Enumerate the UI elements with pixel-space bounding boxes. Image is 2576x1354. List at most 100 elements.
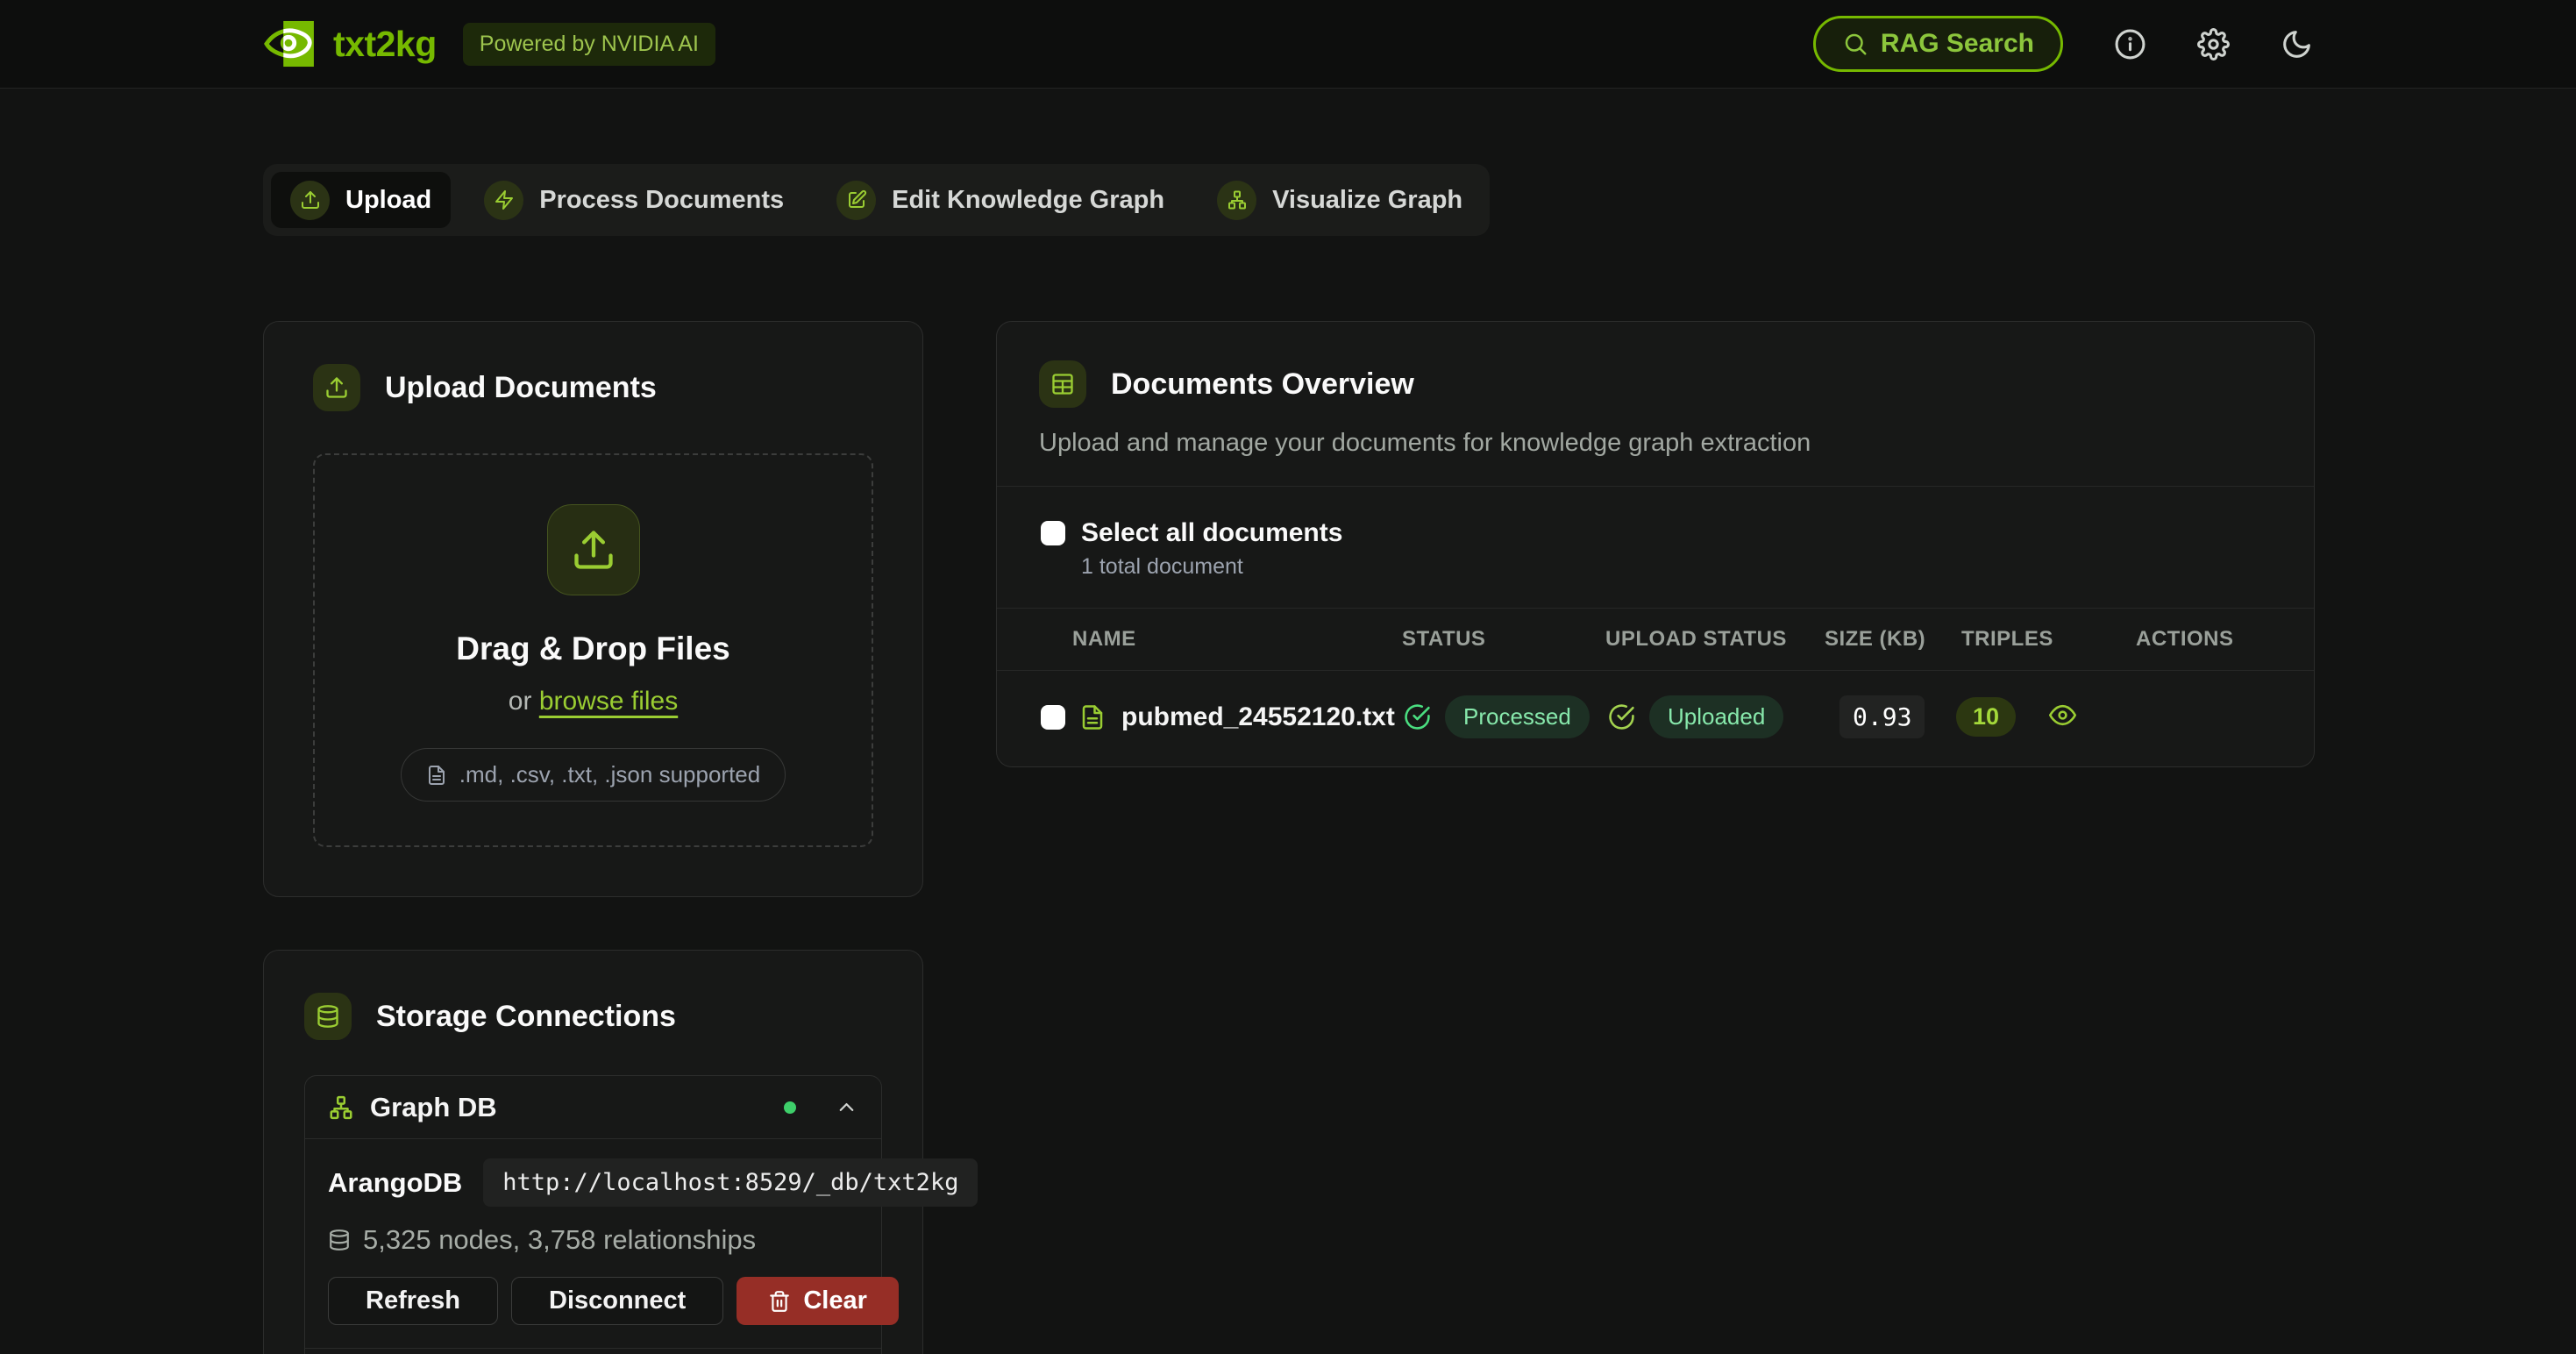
upload-icon [290,181,330,220]
view-document-button[interactable] [2049,702,2076,729]
column-header-status: STATUS [1381,627,1589,652]
eye-icon [2049,702,2076,729]
column-header-actions: ACTIONS [2046,627,2314,652]
zap-icon [484,181,523,220]
provider-line: ArangoDB http://localhost:8529/_db/txt2k… [328,1158,858,1207]
clear-button[interactable]: Clear [737,1277,899,1325]
provider-name: ArangoDB [328,1167,462,1199]
header-actions: RAG Search [1813,16,2313,72]
row-checkbox[interactable] [1041,705,1065,730]
settings-button[interactable] [2197,28,2230,61]
dropzone-subtitle: or browse files [509,687,678,716]
documents-card-title: Documents Overview [1111,367,1414,402]
check-circle-icon [1608,703,1635,730]
browse-files-link[interactable]: browse files [539,687,678,716]
processed-badge: Processed [1445,695,1590,738]
graph-db-actions: Refresh Disconnect Clear [328,1277,858,1325]
trash-icon [768,1290,791,1313]
refresh-button[interactable]: Refresh [328,1277,498,1325]
documents-card-header: Documents Overview Upload and manage you… [997,322,2314,458]
edit-icon [836,181,876,220]
tab-upload-label: Upload [345,186,431,215]
table-row: pubmed_24552120.txt Processed Uploaded 0… [997,671,2314,766]
storage-card-header: Storage Connections [304,993,882,1040]
tab-bar: Upload Process Documents Edit Knowledge … [263,164,1490,236]
info-icon [2114,28,2146,61]
chevron-up-icon [835,1095,858,1119]
document-count-text: 1 total document [1081,554,1342,580]
upload-documents-card: Upload Documents Drag & Drop Files or br… [263,321,923,897]
supported-formats-text: .md, .csv, .txt, .json supported [459,761,760,788]
graph-db-section-toggle[interactable]: Graph DB [305,1076,881,1138]
rag-search-button[interactable]: RAG Search [1813,16,2063,72]
triples-count-badge: 10 [1956,697,2016,737]
column-header-size: SIZE (KB) [1804,627,1947,652]
db-connections-panel: Graph DB ArangoDB http://localhost:8529/… [304,1075,882,1354]
moon-icon [2281,28,2313,61]
connection-url: http://localhost:8529/_db/txt2kg [483,1158,978,1207]
tab-upload[interactable]: Upload [271,172,451,228]
check-circle-icon [1404,703,1431,730]
file-text-icon [1079,704,1106,730]
upload-card-title: Upload Documents [385,371,657,405]
info-button[interactable] [2114,28,2146,61]
graph-db-details: ArangoDB http://localhost:8529/_db/txt2k… [305,1138,881,1348]
tab-visualize-graph[interactable]: Visualize Graph [1198,172,1482,228]
gear-icon [2197,28,2230,61]
storage-card-title: Storage Connections [376,1000,676,1034]
table-icon [1039,360,1086,408]
upload-icon [547,504,640,595]
database-icon [304,993,352,1040]
powered-by-badge: Powered by NVIDIA AI [463,23,715,66]
file-icon [426,765,447,786]
size-cell: 0.93 [1804,695,1947,738]
tab-edit-knowledge-graph[interactable]: Edit Knowledge Graph [817,172,1184,228]
graph-network-icon [328,1094,354,1121]
tab-process-documents-label: Process Documents [539,186,784,215]
table-header: NAME STATUS UPLOAD STATUS SIZE (KB) TRIP… [997,608,2314,671]
nvidia-logo-icon [263,20,314,68]
graph-network-icon [1217,181,1256,220]
triples-cell: 10 [1947,697,2046,737]
graph-stats-line: 5,325 nodes, 3,758 relationships [328,1224,858,1256]
rag-search-label: RAG Search [1881,29,2034,59]
uploaded-badge: Uploaded [1649,695,1783,738]
dark-mode-toggle[interactable] [2281,28,2313,61]
column-header-triples: TRIPLES [1947,627,2046,652]
column-header-upload-status: UPLOAD STATUS [1589,627,1804,652]
connected-status-dot [784,1101,796,1114]
content-grid: Upload Documents Drag & Drop Files or br… [263,321,2313,1354]
search-icon [1842,31,1868,57]
graph-db-label: Graph DB [370,1092,497,1123]
status-cell: Processed [1381,695,1589,738]
graph-db-status-group [784,1095,858,1119]
storage-connections-card: Storage Connections Graph DB [263,950,923,1354]
tab-process-documents[interactable]: Process Documents [465,172,803,228]
select-all-text-group: Select all documents 1 total document [1081,518,1342,580]
database-icon [328,1229,351,1251]
vector-db-section-toggle[interactable]: Vector DB [305,1348,881,1354]
file-dropzone[interactable]: Drag & Drop Files or browse files .md, .… [313,453,873,847]
select-all-row: Select all documents 1 total document [997,487,2314,608]
supported-formats-pill: .md, .csv, .txt, .json supported [401,748,786,802]
disconnect-button[interactable]: Disconnect [511,1277,723,1325]
main-content: Upload Process Documents Edit Knowledge … [0,89,2576,1354]
actions-cell [2046,702,2314,733]
dropzone-title: Drag & Drop Files [456,631,730,667]
brand: txt2kg Powered by NVIDIA AI [263,20,715,68]
clear-button-label: Clear [803,1286,867,1315]
upload-icon [313,364,360,411]
tab-edit-knowledge-graph-label: Edit Knowledge Graph [892,186,1164,215]
file-size-value: 0.93 [1839,695,1925,738]
or-text: or [509,687,532,716]
select-all-label: Select all documents [1081,518,1342,548]
app-title: txt2kg [333,24,437,65]
document-name-cell: pubmed_24552120.txt [997,702,1381,732]
tab-visualize-graph-label: Visualize Graph [1272,186,1462,215]
column-header-name: NAME [997,627,1381,652]
documents-overview-card: Documents Overview Upload and manage you… [996,321,2315,767]
documents-card-subtitle: Upload and manage your documents for kno… [1039,429,2272,458]
upload-status-cell: Uploaded [1589,695,1804,738]
upload-card-header: Upload Documents [313,364,873,411]
select-all-checkbox[interactable] [1041,521,1065,545]
